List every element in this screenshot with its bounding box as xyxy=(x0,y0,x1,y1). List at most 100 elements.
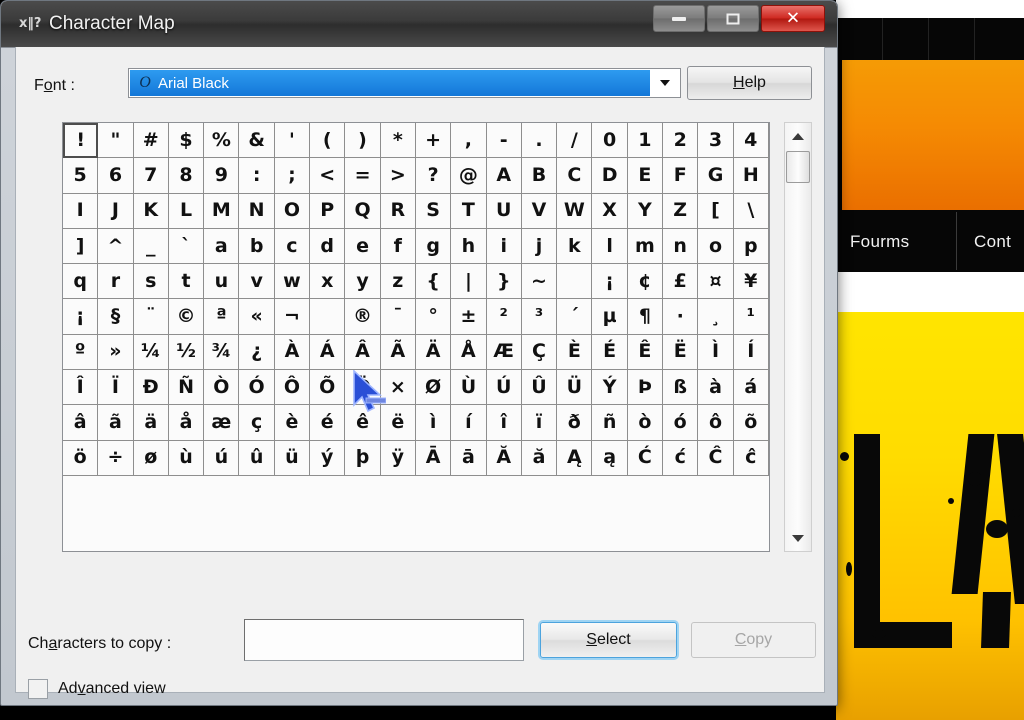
character-cell[interactable]: E xyxy=(627,158,664,194)
character-cell[interactable]: ô xyxy=(698,405,734,441)
background-nav-item-forums[interactable]: Fourms xyxy=(850,232,909,252)
character-cell[interactable]: * xyxy=(380,123,416,159)
character-cell[interactable]: F xyxy=(663,158,699,194)
character-cell[interactable]: \ xyxy=(733,193,769,229)
character-cell[interactable]: £ xyxy=(663,264,699,300)
character-cell[interactable]: ' xyxy=(274,123,311,159)
font-combobox-dropdown-button[interactable] xyxy=(650,70,679,96)
character-cell[interactable]: õ xyxy=(733,405,769,441)
character-cell[interactable]: Ć xyxy=(627,440,664,476)
character-cell[interactable]: ê xyxy=(345,405,381,441)
character-cell[interactable]: ¿ xyxy=(239,334,275,371)
character-cell[interactable]: x xyxy=(310,264,346,300)
character-cell[interactable]: 6 xyxy=(98,158,134,194)
character-cell[interactable]: : xyxy=(239,158,275,194)
character-cell[interactable]: ¬ xyxy=(274,299,311,335)
character-cell[interactable]: b xyxy=(239,228,275,265)
character-cell[interactable]: ì xyxy=(415,405,452,441)
character-cell[interactable]: ¼ xyxy=(133,334,169,371)
character-cell[interactable]: B xyxy=(521,158,558,194)
character-cell[interactable]: M xyxy=(204,193,240,229)
character-cell[interactable]: N xyxy=(239,193,275,229)
character-cell[interactable]: 1 xyxy=(627,123,664,159)
character-cell[interactable]: È xyxy=(557,334,593,371)
character-cell[interactable]: _ xyxy=(133,228,169,265)
character-cell[interactable]: ± xyxy=(451,299,487,335)
scroll-down-button[interactable] xyxy=(785,525,811,551)
character-cell[interactable]: » xyxy=(98,334,134,371)
character-cell[interactable]: @ xyxy=(451,158,487,194)
character-cell[interactable]: Ô xyxy=(274,370,311,406)
character-cell[interactable]: Æ xyxy=(486,334,522,371)
character-cell[interactable]: Ý xyxy=(592,370,628,406)
character-cell[interactable]: î xyxy=(486,405,522,441)
character-cell[interactable]: ´ xyxy=(557,299,593,335)
character-cell[interactable]: ÿ xyxy=(380,440,416,476)
character-cell[interactable]: ~ xyxy=(521,264,558,300)
background-nav-item-contact[interactable]: Cont xyxy=(974,232,1011,252)
character-cell[interactable]: 4 xyxy=(733,123,769,159)
character-cell[interactable]: Ā xyxy=(415,440,452,476)
character-cell[interactable]: / xyxy=(557,123,593,159)
character-cell[interactable]: ĉ xyxy=(733,440,769,476)
character-cell[interactable]: É xyxy=(592,334,628,371)
character-cell[interactable]: Ê xyxy=(627,334,664,371)
character-cell[interactable]: Ñ xyxy=(168,370,205,406)
character-cell[interactable]: c xyxy=(274,228,311,265)
character-cell[interactable]: R xyxy=(380,193,416,229)
font-combobox-selection[interactable]: O Arial Black xyxy=(130,70,651,96)
character-cell[interactable]: [ xyxy=(698,193,734,229)
character-cell[interactable]: ® xyxy=(345,299,381,335)
character-cell[interactable]: ¹ xyxy=(733,299,769,335)
character-cell[interactable]: G xyxy=(698,158,734,194)
character-cell[interactable]: $ xyxy=(168,123,205,159)
character-cell[interactable]: m xyxy=(627,228,664,265)
character-cell[interactable]: < xyxy=(310,158,346,194)
character-cell[interactable]: Ä xyxy=(415,334,452,371)
character-cell[interactable]: Ï xyxy=(98,370,134,406)
advanced-view-checkbox[interactable] xyxy=(28,679,48,699)
character-cell[interactable]: ć xyxy=(663,440,699,476)
character-cell[interactable]: Ĉ xyxy=(698,440,734,476)
character-cell[interactable]: ¡ xyxy=(592,264,628,300)
character-cell[interactable]: Û xyxy=(521,370,558,406)
character-cell[interactable]: U xyxy=(486,193,522,229)
character-cell[interactable]: Î xyxy=(63,370,99,406)
character-cell[interactable]: ² xyxy=(486,299,522,335)
character-cell[interactable]: è xyxy=(274,405,311,441)
character-cell[interactable]: , xyxy=(451,123,487,159)
character-cell[interactable]: ó xyxy=(663,405,699,441)
character-cell[interactable]: X xyxy=(592,193,628,229)
scrollbar-thumb[interactable] xyxy=(786,151,810,183)
character-cell[interactable]: J xyxy=(98,193,134,229)
character-cell[interactable]: Ç xyxy=(521,334,558,371)
character-cell[interactable]: ú xyxy=(204,440,240,476)
character-cell[interactable]: 7 xyxy=(133,158,169,194)
character-cell[interactable]: ¢ xyxy=(627,264,664,300)
character-cell[interactable]: Ü xyxy=(557,370,593,406)
character-cell[interactable]: ½ xyxy=(168,334,205,371)
character-cell[interactable]: A xyxy=(486,158,522,194)
character-cell[interactable]: ] xyxy=(63,228,99,265)
character-cell[interactable]: . xyxy=(521,123,558,159)
character-cell[interactable]: j xyxy=(521,228,558,265)
character-cell[interactable]: i xyxy=(486,228,522,265)
character-cell[interactable]: o xyxy=(698,228,734,265)
character-cell[interactable]: & xyxy=(239,123,275,159)
character-cell[interactable]: s xyxy=(133,264,169,300)
character-cell[interactable]: = xyxy=(345,158,381,194)
character-cell[interactable]: D xyxy=(592,158,628,194)
character-cell[interactable]: ò xyxy=(627,405,664,441)
font-combobox[interactable]: O Arial Black xyxy=(128,68,681,98)
character-cell[interactable]: ö xyxy=(63,440,99,476)
character-cell[interactable]: P xyxy=(310,193,346,229)
character-cell[interactable]: Ó xyxy=(239,370,275,406)
character-cell[interactable]: â xyxy=(63,405,99,441)
character-cell[interactable]: ă xyxy=(521,440,558,476)
character-cell[interactable]: { xyxy=(415,264,452,300)
character-cell[interactable]: r xyxy=(98,264,134,300)
character-cell[interactable]: ¨ xyxy=(133,299,169,335)
character-cell[interactable]: C xyxy=(557,158,593,194)
character-cell[interactable]: ¸ xyxy=(698,299,734,335)
character-cell[interactable]: ü xyxy=(274,440,311,476)
